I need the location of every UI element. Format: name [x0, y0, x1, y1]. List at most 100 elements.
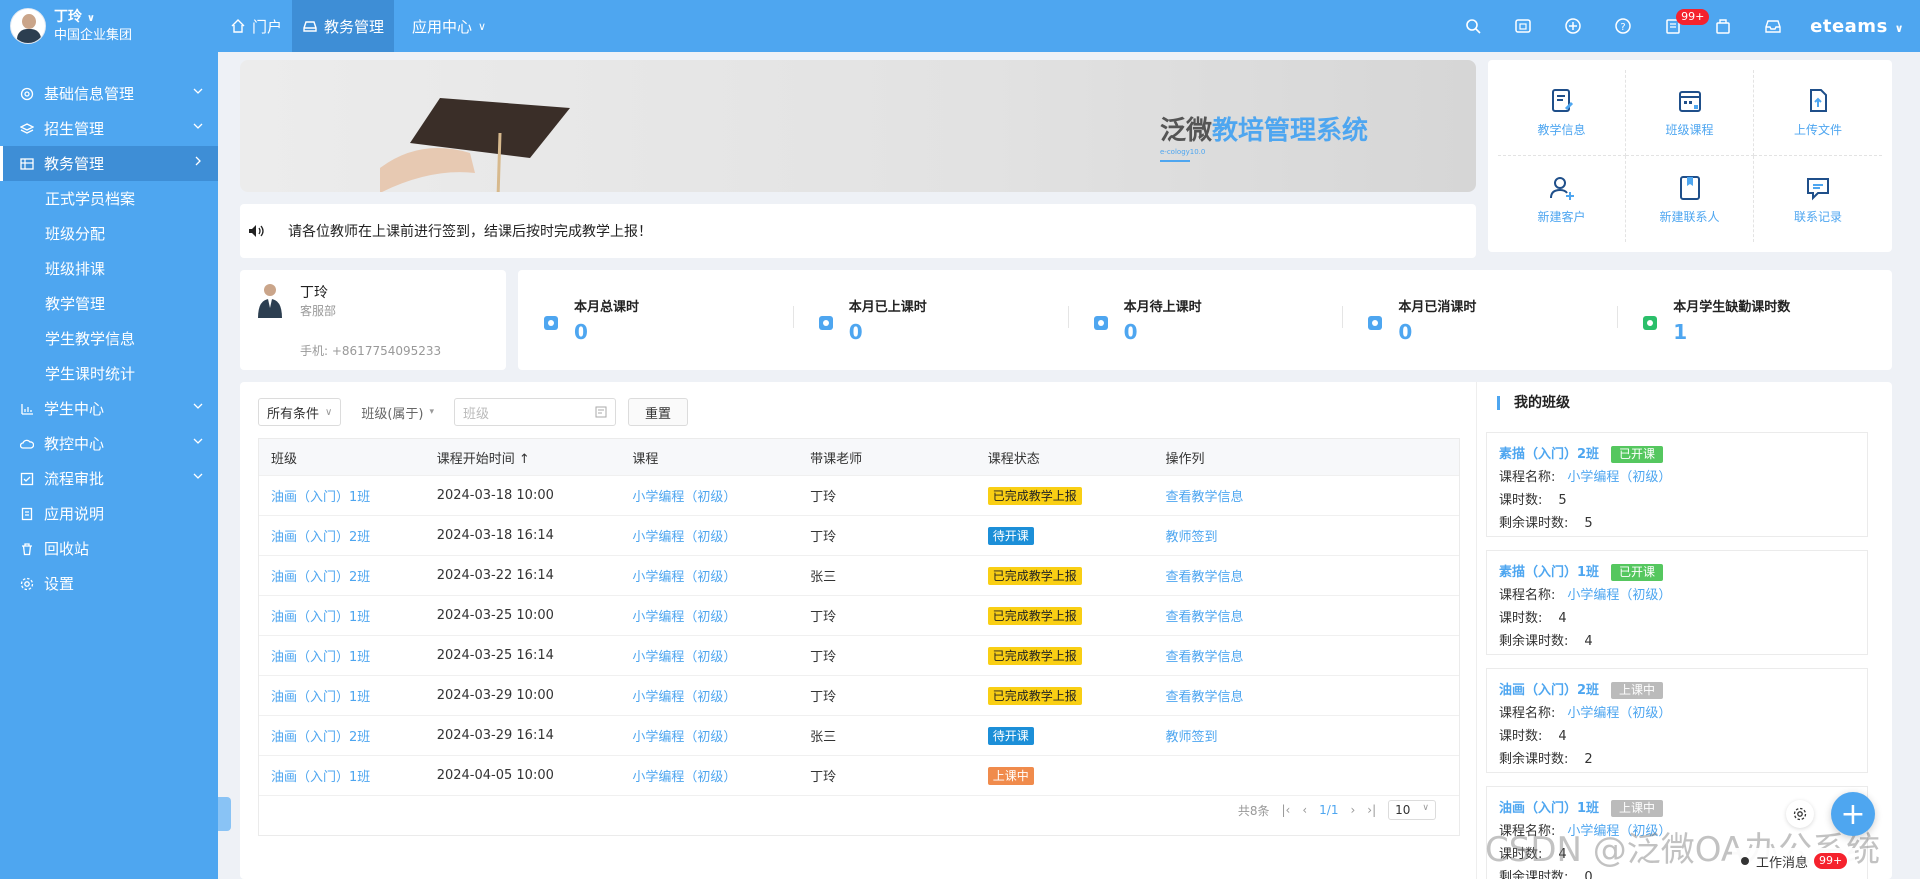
course-link[interactable]: 小学编程（初级）	[632, 490, 736, 505]
course-link[interactable]: 小学编程（初级）	[632, 610, 736, 625]
banner-title: 泛微教培管理系统	[1160, 110, 1368, 147]
quick-teaching-info[interactable]: 教学信息	[1498, 70, 1626, 156]
sidebar-subitem-hours-stats[interactable]: 学生课时统计	[0, 356, 218, 391]
sidebar-item-app-guide[interactable]: 应用说明	[0, 496, 218, 531]
settings-float-button[interactable]	[1786, 800, 1814, 828]
class-filter-select[interactable]: 班级(属于) ▾	[353, 398, 442, 426]
stat-value[interactable]: 1	[1673, 320, 1790, 344]
all-conditions-select[interactable]: 所有条件 ∨	[258, 398, 342, 426]
nav-app-center[interactable]: 应用中心 ∨	[394, 0, 496, 52]
work-message-button[interactable]: 工作消息 99+	[1732, 848, 1856, 874]
sidebar-subitem-class-schedule[interactable]: 班级排课	[0, 251, 218, 286]
sidebar-subitem-student-teaching[interactable]: 学生教学信息	[0, 321, 218, 356]
course-link[interactable]: 小学编程（初级）	[632, 770, 736, 785]
col-header-teacher[interactable]: 带课老师	[810, 448, 988, 467]
next-page-icon[interactable]: ›	[1350, 803, 1355, 817]
quick-new-customer[interactable]: 新建客户	[1498, 156, 1626, 242]
class-input[interactable]: 班级	[454, 398, 617, 426]
avatar[interactable]	[10, 8, 46, 44]
class-card-name[interactable]: 油画（入门）2班	[1499, 679, 1599, 702]
class-card[interactable]: 油画（入门）2班 上课中 课程名称: 小学编程（初级） 课时数: 4 剩余课时数: 2	[1486, 668, 1868, 773]
class-card-name[interactable]: 油画（入门）1班	[1499, 797, 1599, 820]
class-link[interactable]: 油画（入门）2班	[271, 570, 370, 585]
sidebar-item-basic-info[interactable]: 基础信息管理	[0, 76, 218, 111]
course-link[interactable]: 小学编程（初级）	[632, 570, 736, 585]
last-page-icon[interactable]: ›|	[1367, 803, 1376, 817]
quick-upload-file[interactable]: 上传文件	[1754, 70, 1882, 156]
course-link[interactable]: 小学编程（初级）	[632, 730, 736, 745]
bag-button[interactable]	[1698, 0, 1748, 52]
class-link[interactable]: 油画（入门）1班	[271, 690, 370, 705]
help-button[interactable]: ?	[1598, 0, 1648, 52]
quick-new-contact[interactable]: 新建联系人	[1626, 156, 1754, 242]
action-link[interactable]: 查看教学信息	[1166, 570, 1244, 585]
action-link[interactable]: 教师签到	[1166, 530, 1218, 545]
stat-value[interactable]: 0	[574, 320, 639, 344]
class-card-name[interactable]: 素描（入门）2班	[1499, 443, 1599, 466]
nav-academic[interactable]: 教务管理	[292, 0, 395, 52]
action-link[interactable]: 教师签到	[1166, 730, 1218, 745]
table-row: 油画（入门）2班 2024-03-29 16:14 小学编程（初级） 张三 待开…	[259, 715, 1459, 755]
sidebar-subitem-class-assign[interactable]: 班级分配	[0, 216, 218, 251]
message-button[interactable]: 99+	[1648, 0, 1710, 52]
class-card-course[interactable]: 小学编程（初级）	[1567, 470, 1671, 485]
prev-page-icon[interactable]: ‹	[1302, 803, 1307, 817]
teacher-cell: 丁玲	[810, 490, 837, 505]
action-link[interactable]: 查看教学信息	[1166, 690, 1244, 705]
course-link[interactable]: 小学编程（初级）	[632, 530, 736, 545]
sidebar-subitem-teaching[interactable]: 教学管理	[0, 286, 218, 321]
stat-value[interactable]: 0	[849, 320, 927, 344]
class-link[interactable]: 油画（入门）1班	[271, 490, 370, 505]
profile-name: 丁玲	[300, 285, 328, 301]
class-link[interactable]: 油画（入门）1班	[271, 610, 370, 625]
page-size-select[interactable]: 10 ∨	[1388, 800, 1436, 820]
user-menu[interactable]: 丁玲 ∨ 中国企业集团	[0, 0, 220, 52]
stat-label: 本月已上课时	[848, 300, 927, 315]
class-link[interactable]: 油画（入门）1班	[271, 650, 370, 665]
chat-icon	[1804, 174, 1832, 202]
nav-portal[interactable]: 门户	[220, 0, 292, 52]
browse-icon[interactable]	[595, 406, 607, 418]
sidebar-subitem-student-archive[interactable]: 正式学员档案	[0, 181, 218, 216]
calendar-button[interactable]	[1498, 0, 1548, 52]
class-link[interactable]: 油画（入门）2班	[271, 530, 370, 545]
action-link[interactable]: 查看教学信息	[1166, 490, 1244, 505]
col-header-class[interactable]: 班级	[259, 448, 437, 467]
user-name[interactable]: 丁玲	[54, 9, 82, 25]
class-card[interactable]: 素描（入门）2班 已开课 课程名称: 小学编程（初级） 课时数: 5 剩余课时数: 5	[1486, 432, 1868, 537]
col-header-status[interactable]: 课程状态	[988, 448, 1166, 467]
class-link[interactable]: 油画（入门）2班	[271, 730, 370, 745]
sidebar-item-control-center[interactable]: 教控中心	[0, 426, 218, 461]
class-card-course[interactable]: 小学编程（初级）	[1567, 706, 1671, 721]
sidebar-item-settings[interactable]: 设置	[0, 566, 218, 601]
search-button[interactable]	[1448, 0, 1498, 52]
add-button[interactable]	[1548, 0, 1598, 52]
add-float-button[interactable]: +	[1831, 792, 1875, 836]
class-card-course[interactable]: 小学编程（初级）	[1567, 588, 1671, 603]
quick-contact-record[interactable]: 联系记录	[1754, 156, 1882, 242]
stat-value[interactable]: 0	[1124, 320, 1202, 344]
class-link[interactable]: 油画（入门）1班	[271, 770, 370, 785]
sidebar-item-recycle-bin[interactable]: 回收站	[0, 531, 218, 566]
stat-value[interactable]: 0	[1398, 320, 1476, 344]
col-header-start-time[interactable]: 课程开始时间 ↑	[437, 448, 633, 467]
class-card-name[interactable]: 素描（入门）1班	[1499, 561, 1599, 584]
col-header-course[interactable]: 课程	[632, 448, 810, 467]
reset-button[interactable]: 重置	[628, 398, 689, 426]
sidebar-item-academic[interactable]: 教务管理	[0, 146, 218, 181]
action-link[interactable]: 查看教学信息	[1166, 650, 1244, 665]
action-link[interactable]: 查看教学信息	[1166, 610, 1244, 625]
brand-menu[interactable]: eteams ∨	[1810, 16, 1904, 37]
sidebar-item-admission[interactable]: 招生管理	[0, 111, 218, 146]
sidebar-item-workflow[interactable]: 流程审批	[0, 461, 218, 496]
sidebar-collapse-handle[interactable]	[218, 797, 231, 831]
sidebar-item-student-center[interactable]: 学生中心	[0, 391, 218, 426]
class-card[interactable]: 素描（入门）1班 已开课 课程名称: 小学编程（初级） 课时数: 4 剩余课时数: 4	[1486, 550, 1868, 655]
first-page-icon[interactable]: |‹	[1282, 803, 1291, 817]
quick-class-course[interactable]: 班级课程	[1626, 70, 1754, 156]
profile-phone: 手机: +8617754095233	[300, 344, 442, 358]
inbox-button[interactable]	[1748, 0, 1798, 52]
course-link[interactable]: 小学编程（初级）	[632, 690, 736, 705]
course-link[interactable]: 小学编程（初级）	[632, 650, 736, 665]
